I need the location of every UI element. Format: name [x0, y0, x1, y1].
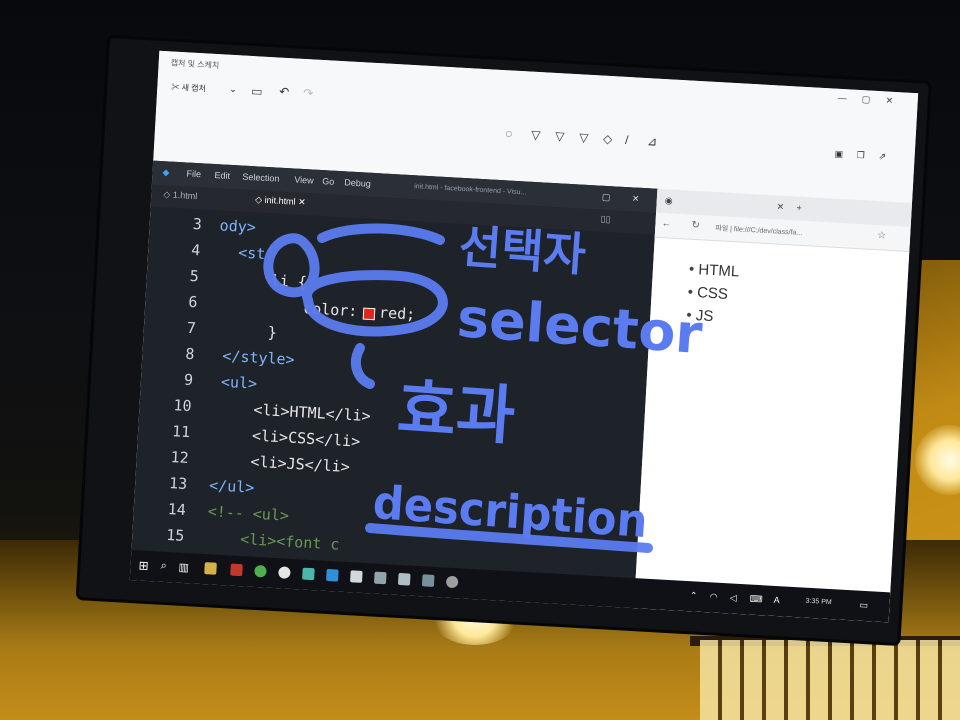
ink-arc-top [317, 223, 445, 245]
ink-text-korean-effect: 효과 [395, 372, 518, 454]
pen-annotations: 선택자 selector 효과 description [263, 219, 705, 553]
ink-hook [350, 343, 375, 389]
ink-oval-declaration [302, 270, 448, 337]
ink-text-korean-selector: 선택자 [457, 219, 587, 282]
ink-text-description: description [371, 475, 649, 548]
ink-text-selector: selector [455, 286, 705, 366]
